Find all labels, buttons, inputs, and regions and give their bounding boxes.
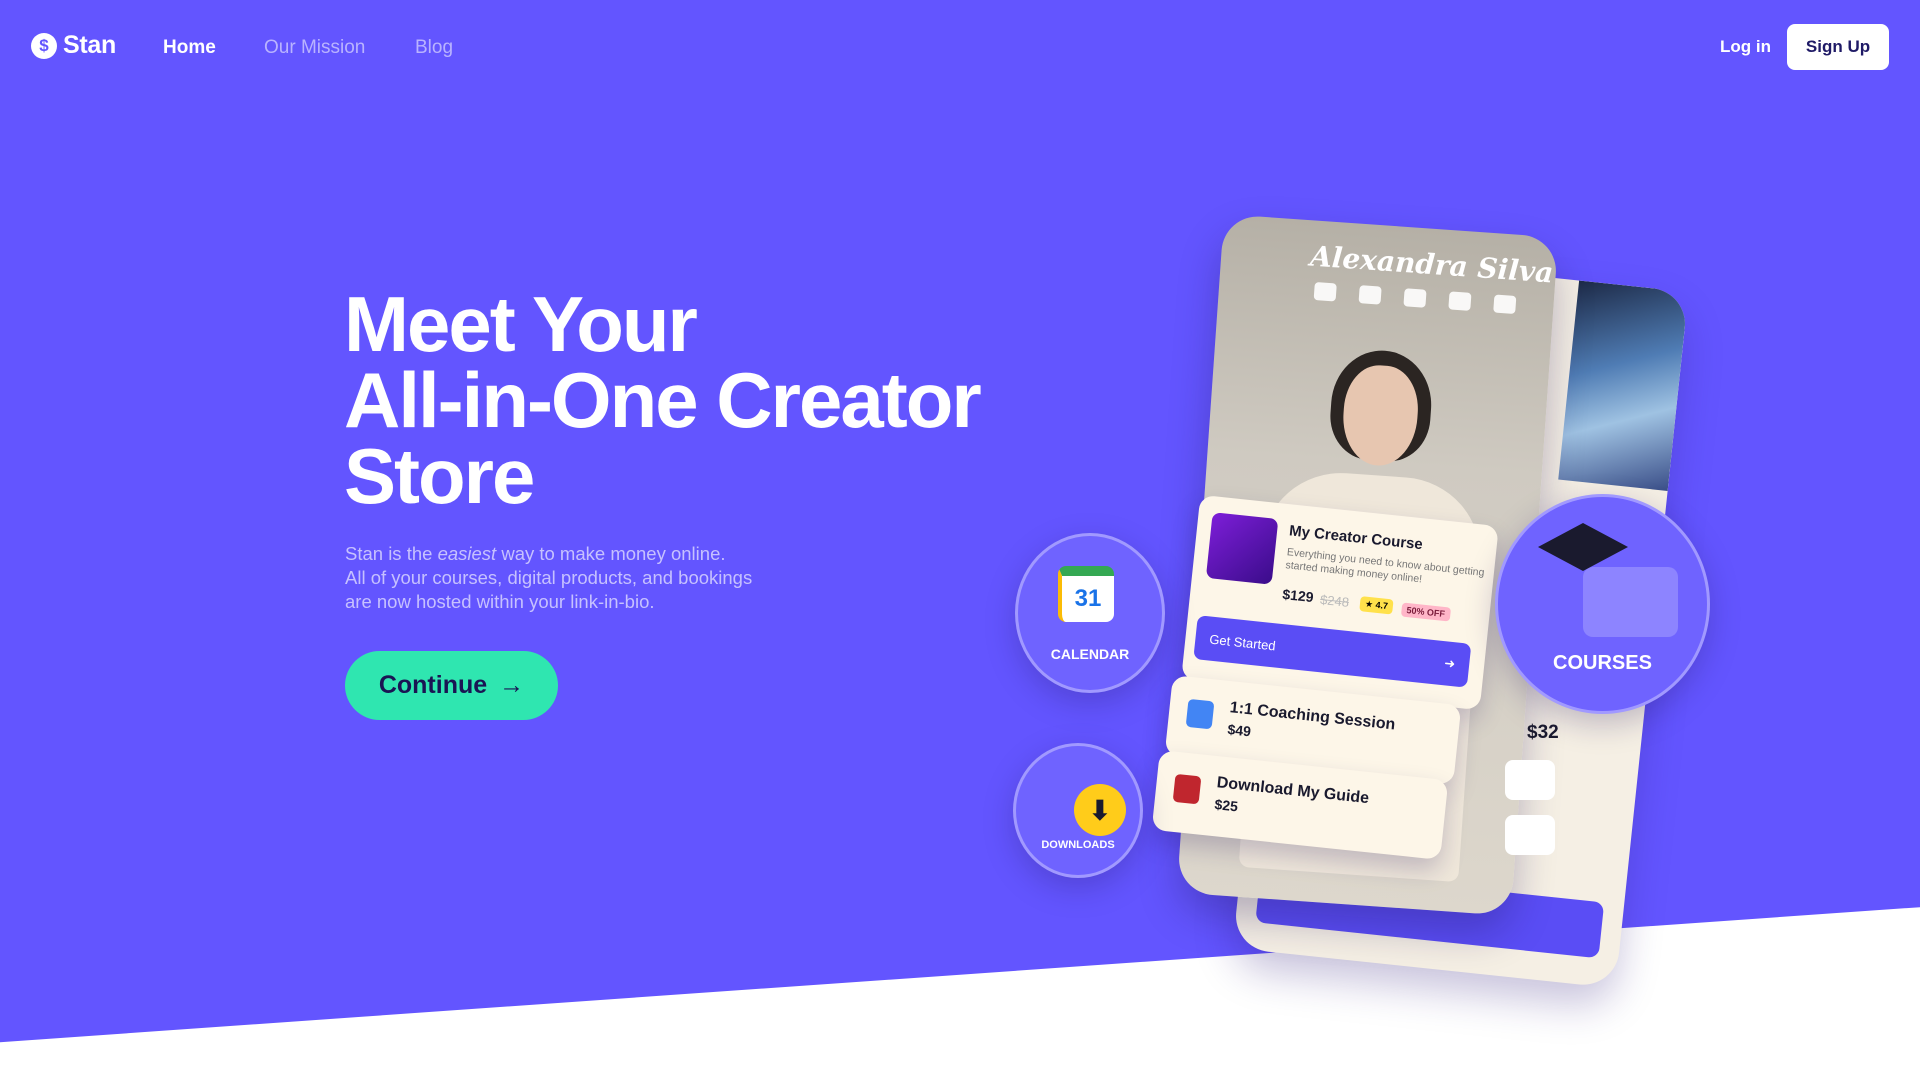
brand-logo[interactable]: $ Stan xyxy=(31,31,116,60)
linkedin-icon xyxy=(1448,291,1472,311)
download-icon: ⬇ xyxy=(1074,784,1126,836)
login-link[interactable]: Log in xyxy=(1720,37,1771,57)
payment-method-chip xyxy=(1505,815,1555,855)
calendar-bubble: 31 CALENDAR xyxy=(1015,533,1165,693)
course-rating-badge: ★ 4.7 xyxy=(1359,596,1394,615)
continue-button[interactable]: Continue → xyxy=(345,651,558,720)
courses-label: COURSES xyxy=(1553,652,1652,674)
hero-headline: Meet Your All-in-One Creator Store xyxy=(344,280,982,520)
course-card: My Creator Course Everything you need to… xyxy=(1181,494,1499,711)
top-nav: $ Stan Home Our Mission Blog Log in Sign… xyxy=(0,0,1920,96)
youtube-icon xyxy=(1313,281,1337,302)
headline-line-3: Store xyxy=(344,432,535,520)
signup-button[interactable]: Sign Up xyxy=(1787,24,1889,70)
guide-price: $25 xyxy=(1213,796,1239,815)
get-started-label: Get Started xyxy=(1208,631,1277,653)
dollar-logo-icon: $ xyxy=(31,32,57,59)
get-started-button: Get Started ➜ xyxy=(1193,615,1472,688)
book-icon xyxy=(1172,773,1202,805)
calendar-label: CALENDAR xyxy=(1050,646,1130,662)
hero-subtext: Stan is the easiest way to make money on… xyxy=(345,542,752,614)
downloads-label: DOWNLOADS xyxy=(1041,839,1115,851)
sub-suffix: way to make money online. xyxy=(496,543,726,564)
arrow-right-icon: ➜ xyxy=(1443,655,1456,672)
course-old-price: $248 xyxy=(1319,591,1350,610)
sub-emphasis: easiest xyxy=(437,543,497,564)
nav-link-blog[interactable]: Blog xyxy=(415,37,453,59)
sub-line-3: are now hosted within your link-in-bio. xyxy=(345,591,655,612)
calendar-icon xyxy=(1185,698,1215,730)
brand-name: Stan xyxy=(63,31,116,59)
tiktok-icon xyxy=(1358,285,1382,305)
instagram-icon xyxy=(1493,294,1517,315)
course-thumbnail xyxy=(1205,512,1279,585)
coaching-title: 1:1 Coaching Session xyxy=(1228,699,1397,734)
downloads-bubble: ⬇ DOWNLOADS xyxy=(1013,743,1143,878)
nav-link-our-mission[interactable]: Our Mission xyxy=(264,37,365,59)
course-discount-badge: 50% OFF xyxy=(1400,602,1451,622)
courses-bubble: COURSES xyxy=(1495,494,1710,714)
sub-prefix: Stan is the xyxy=(345,543,438,564)
continue-label: Continue xyxy=(378,671,488,699)
google-calendar-icon: 31 xyxy=(1058,566,1114,622)
side-price: $32 xyxy=(1527,722,1559,743)
course-price: $129 xyxy=(1281,585,1315,606)
sub-line-2: All of your courses, digital products, a… xyxy=(345,567,753,588)
payment-card-chip xyxy=(1505,760,1555,800)
abstract-art-image xyxy=(1558,280,1689,491)
headline-line-2: All-in-One Creator xyxy=(344,356,982,444)
coaching-price: $49 xyxy=(1226,721,1252,740)
course-description: Everything you need to know about gettin… xyxy=(1284,546,1485,586)
arrow-right-icon: → xyxy=(499,671,525,699)
nav-link-home[interactable]: Home xyxy=(163,37,216,59)
guide-title: Download My Guide xyxy=(1215,774,1370,808)
certificate-icon xyxy=(1583,567,1678,637)
twitter-icon xyxy=(1403,288,1427,308)
headline-line-1: Meet Your xyxy=(344,280,698,368)
